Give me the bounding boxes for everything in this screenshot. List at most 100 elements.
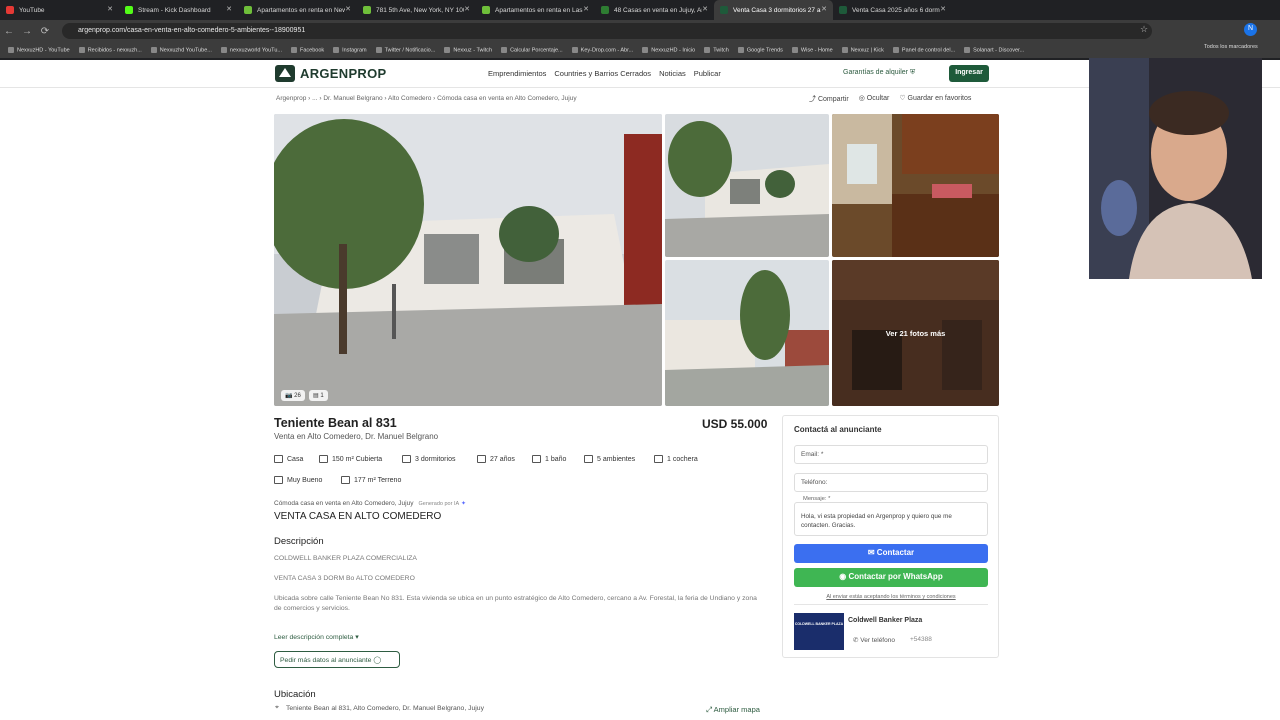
feature-label: 177 m² Terreno: [354, 476, 402, 484]
bookmark-item[interactable]: Key-Drop.com - Abr...: [571, 46, 633, 53]
tab-favicon-icon: [244, 6, 252, 14]
profile-avatar[interactable]: N: [1244, 23, 1257, 36]
bookmark-item[interactable]: Nexxuz - Twitch: [444, 46, 492, 53]
whatsapp-button[interactable]: ◉ Contactar por WhatsApp: [794, 568, 988, 587]
bookmark-item[interactable]: Twitch: [704, 46, 729, 53]
location-address: Teniente Bean al 831, Alto Comedero, Dr.…: [286, 705, 484, 712]
close-icon[interactable]: ✕: [107, 5, 113, 13]
url-input[interactable]: argenprop.com/casa-en-venta-en-alto-come…: [62, 23, 1152, 39]
phone-field[interactable]: Teléfono:: [794, 473, 988, 492]
bookmark-item[interactable]: nexxuzworld YouTu...: [220, 46, 282, 53]
heart-icon: ♡: [899, 95, 906, 102]
contact-card: Contactá al anunciante Email: * Teléfono…: [782, 415, 999, 658]
close-icon[interactable]: ✕: [940, 5, 946, 13]
location-title: Ubicación: [274, 689, 316, 700]
menu-noticias[interactable]: Noticias: [659, 69, 686, 78]
terms-text[interactable]: Al enviar estás aceptando los términos y…: [794, 594, 988, 600]
bookmark-item[interactable]: Calcular Porcentaje...: [501, 46, 563, 53]
description-line-3: Ubicada sobre calle Teniente Bean No 831…: [274, 595, 757, 612]
bookmark-item[interactable]: Panel de control del...: [892, 46, 956, 54]
garantias-label: Garantías de alquiler: [843, 69, 908, 76]
email-field[interactable]: Email: *: [794, 445, 988, 464]
breadcrumb[interactable]: Argenprop › ... › Dr. Manuel Belgrano › …: [276, 95, 577, 102]
listing-price: USD 55.000: [702, 417, 768, 431]
menu-emprendimientos[interactable]: Emprendimientos: [488, 69, 546, 78]
bookmark-item[interactable]: Nexxuz | Kick: [841, 46, 884, 53]
all-bookmarks[interactable]: Todos los marcadores: [1204, 44, 1258, 50]
bookmark-item[interactable]: NexxuzHD - Inicio: [642, 46, 695, 53]
read-more-link[interactable]: Leer descripción completa ▾: [274, 633, 359, 641]
more-photos-overlay[interactable]: Ver 21 fotos más: [832, 260, 999, 406]
back-icon[interactable]: ←: [0, 26, 18, 37]
browser-tab[interactable]: Venta Casa 2025 años 6 dormit ✕: [833, 0, 952, 20]
menu-publicar[interactable]: Publicar: [694, 69, 721, 78]
plan-count-badge[interactable]: ▤ 1: [309, 390, 328, 401]
bookmark-item[interactable]: Facebook: [290, 46, 324, 53]
reload-icon[interactable]: ⟳: [36, 26, 54, 37]
feature-label: Casa: [287, 455, 304, 463]
bookmark-item[interactable]: Twitter / Notificacio...: [375, 46, 435, 53]
hide-button[interactable]: ◎ Ocultar: [859, 94, 890, 104]
see-phone-button[interactable]: ✆ Ver teléfono: [853, 636, 895, 644]
favorite-button[interactable]: ♡ Guardar en favoritos: [899, 94, 971, 104]
star-icon[interactable]: ☆: [1140, 24, 1148, 35]
menu-countries[interactable]: Countries y Barrios Cerrados: [554, 69, 651, 78]
bookmark-item[interactable]: Instagram: [333, 46, 367, 53]
tab-favicon-icon: [601, 6, 609, 14]
bookmark-item[interactable]: Recibidos - nexxuzh...: [78, 46, 142, 54]
bookmark-item[interactable]: NexxuzHD - YouTube: [8, 46, 70, 53]
close-icon[interactable]: ✕: [226, 5, 232, 13]
browser-tab[interactable]: Apartamentos en renta en Las ✕: [476, 0, 595, 20]
garantias-link[interactable]: Garantías de alquiler ⛨: [843, 69, 915, 77]
plan-count: 1: [320, 393, 324, 399]
bookmark-icon: [150, 46, 157, 53]
site-header: ARGENPROP Emprendimientos Countries y Ba…: [0, 60, 1280, 88]
bookmark-item[interactable]: Solanart - Discover...: [964, 46, 1024, 53]
photo-thumb-5[interactable]: Ver 21 fotos más: [832, 260, 999, 406]
browser-tab[interactable]: Venta Casa 3 dormitorios 27 añ ✕: [714, 0, 833, 20]
browser-tab[interactable]: 781 5th Ave, New York, NY 100 ✕: [357, 0, 476, 20]
bookmark-item[interactable]: Nexxuzhd YouTube...: [150, 46, 212, 53]
argenprop-logo[interactable]: ARGENPROP: [275, 65, 387, 82]
browser-tab[interactable]: Apartamentos en renta en New ✕: [238, 0, 357, 20]
tab-title: Venta Casa 2025 años 6 dormit: [852, 6, 940, 14]
browser-tab[interactable]: YouTube ✕: [0, 0, 119, 20]
photo-count-badge[interactable]: 📷 26: [281, 390, 305, 401]
bookmark-icon: [8, 46, 14, 53]
expand-map-link[interactable]: ⤢ Ampliar mapa: [706, 705, 760, 715]
bookmark-label: Recibidos - nexxuzh...: [87, 47, 142, 54]
share-icon: ⤴: [809, 96, 816, 103]
browser-chrome: YouTube ✕ Stream - Kick Dashboard ✕ Apartame…: [0, 0, 1280, 60]
close-icon[interactable]: ✕: [821, 5, 827, 13]
browser-tab[interactable]: 48 Casas en venta en Jujuy, Arg ✕: [595, 0, 714, 20]
photo-thumb-2[interactable]: [665, 114, 829, 257]
browser-tab[interactable]: Stream - Kick Dashboard ✕: [119, 0, 238, 20]
share-button[interactable]: ⤴ Compartir: [809, 94, 849, 104]
address-bar: ← → ⟳ argenprop.com/casa-en-venta-en-alt…: [0, 20, 1280, 42]
ingresar-button[interactable]: Ingresar: [949, 65, 989, 82]
request-info-button[interactable]: Pedir más datos al anunciante ◯: [274, 651, 400, 668]
bookmark-icon: [375, 46, 382, 53]
feature-covered-area: 150 m² Cubierta: [319, 455, 382, 463]
share-label: Compartir: [817, 96, 849, 103]
contact-button[interactable]: ✉ Contactar: [794, 544, 988, 563]
bookmark-item[interactable]: Wise - Home: [791, 46, 833, 53]
photo-thumb-3[interactable]: [832, 114, 999, 257]
photo-thumb-4[interactable]: [665, 260, 829, 406]
forward-icon[interactable]: →: [18, 26, 36, 37]
message-field[interactable]: Hola, vi esta propiedad en Argenprop y q…: [794, 502, 988, 536]
feature-label: 150 m² Cubierta: [332, 455, 383, 463]
tab-title: 48 Casas en venta en Jujuy, Arg: [614, 6, 702, 14]
tab-favicon-icon: [720, 6, 728, 14]
bookmark-label: Panel de control del...: [901, 47, 956, 54]
house-photo: [274, 114, 662, 406]
close-icon[interactable]: ✕: [583, 5, 589, 13]
bookmark-item[interactable]: Google Trends: [737, 46, 783, 53]
main-photo[interactable]: 📷 26 ▤ 1: [274, 114, 662, 406]
calendar-icon: [477, 455, 486, 463]
close-icon[interactable]: ✕: [464, 5, 470, 13]
close-icon[interactable]: ✕: [345, 5, 351, 13]
tab-title: Apartamentos en renta en Las: [495, 6, 583, 14]
feature-label: 1 baño: [545, 455, 567, 463]
close-icon[interactable]: ✕: [702, 5, 708, 13]
